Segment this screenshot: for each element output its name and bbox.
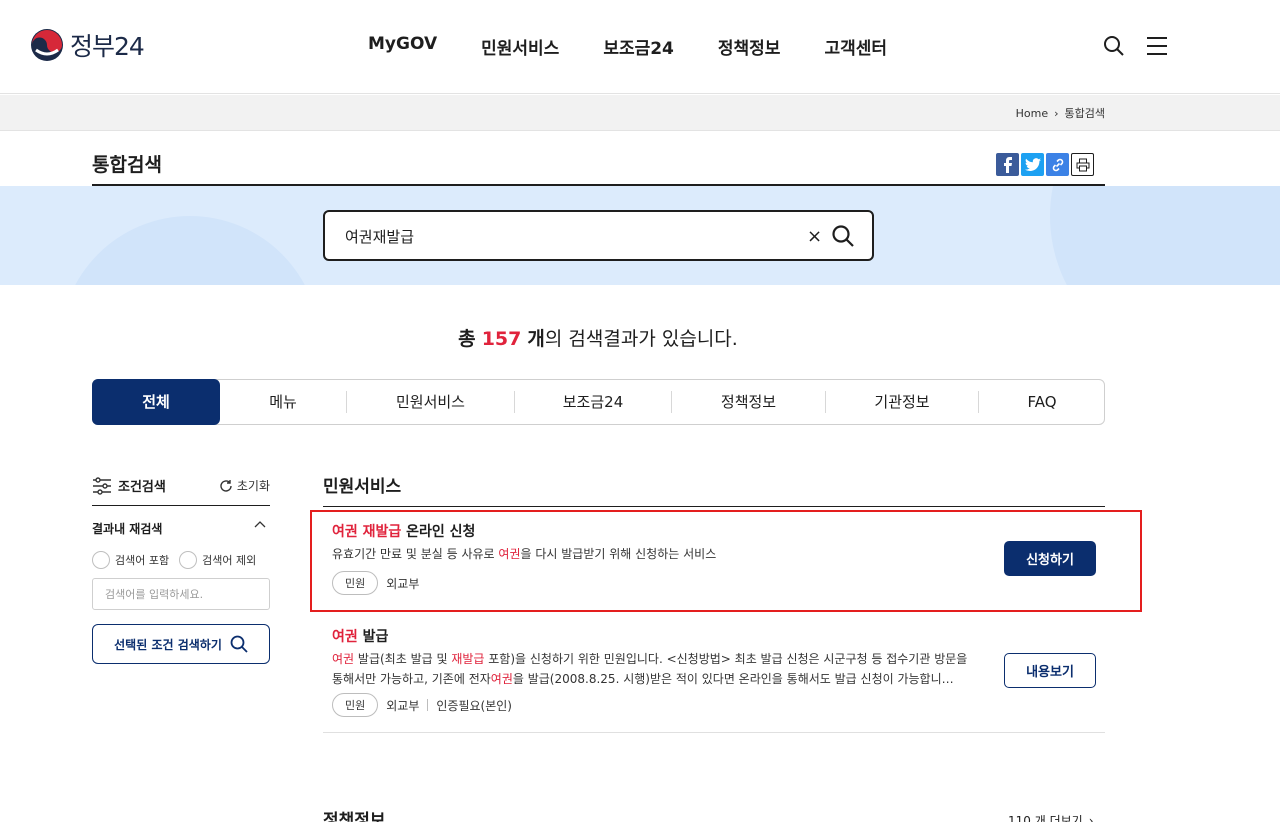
desc-highlight: 여권 bbox=[332, 652, 355, 666]
decorative-circle bbox=[60, 216, 320, 285]
page-title: 통합검색 bbox=[92, 154, 162, 176]
filter-title: 조건검색 bbox=[92, 476, 166, 495]
breadcrumb-home[interactable]: Home bbox=[1016, 107, 1048, 120]
radio-circle bbox=[92, 551, 110, 569]
hamburger-menu-icon[interactable] bbox=[1146, 35, 1168, 57]
total-unit: 개 bbox=[527, 328, 545, 350]
menu-civil-service[interactable]: 민원서비스 bbox=[481, 34, 559, 59]
radio-exclude[interactable]: 검색어 제외 bbox=[179, 551, 256, 569]
chevron-up-icon[interactable] bbox=[254, 520, 266, 530]
reset-label: 초기화 bbox=[236, 479, 270, 493]
more-label: 110 개 더보기 bbox=[1008, 814, 1083, 822]
top-header: 정부24 MyGOV 민원서비스 보조금24 정책정보 고객센터 bbox=[0, 0, 1280, 94]
result-title[interactable]: 여권 발급 bbox=[332, 626, 388, 646]
result-title-highlight: 여권 bbox=[332, 629, 358, 645]
result-meta: 민원 외교부 인증필요(본인) bbox=[332, 693, 512, 717]
chevron-right-icon: › bbox=[1054, 106, 1059, 120]
share-buttons bbox=[996, 153, 1094, 176]
apply-filter-button[interactable]: 선택된 조건 검색하기 bbox=[92, 624, 270, 664]
section-title-policy: 정책정보 bbox=[323, 811, 386, 822]
research-title: 결과내 재검색 bbox=[92, 522, 163, 536]
desc-text: 발급(최초 발급 및 bbox=[354, 652, 452, 666]
result-divider bbox=[323, 732, 1105, 733]
result-description: 여권 발급(최초 발급 및 재발급 포함)을 신청하기 위한 민원입니다. <신… bbox=[332, 649, 982, 689]
tab-civil-service[interactable]: 민원서비스 bbox=[347, 380, 514, 424]
result-item: 여권 발급 여권 발급(최초 발급 및 재발급 포함)을 신청하기 위한 민원입… bbox=[323, 623, 1105, 723]
result-count: 총 157 개의 검색결과가 있습니다. bbox=[0, 324, 1196, 351]
menu-subsidy24[interactable]: 보조금24 bbox=[603, 34, 674, 59]
search-icon bbox=[230, 635, 248, 653]
desc-highlight: 여권 bbox=[490, 672, 513, 686]
agency-name: 외교부 bbox=[386, 698, 420, 713]
radio-include-label: 검색어 포함 bbox=[115, 554, 170, 567]
search-input[interactable] bbox=[345, 224, 785, 248]
category-tabs: 전체 메뉴 민원서비스 보조금24 정책정보 기관정보 FAQ bbox=[92, 379, 1105, 425]
filter-title-label: 조건검색 bbox=[118, 480, 166, 495]
more-link[interactable]: 110 개 더보기 › bbox=[1008, 812, 1094, 822]
radio-exclude-label: 검색어 제외 bbox=[202, 554, 257, 567]
apply-filter-label: 선택된 조건 검색하기 bbox=[114, 637, 222, 652]
logo-text: 정부24 bbox=[70, 32, 145, 61]
desc-highlight: 재발급 bbox=[451, 652, 485, 666]
filter-sliders-icon bbox=[93, 476, 111, 495]
tab-subsidy24[interactable]: 보조금24 bbox=[515, 380, 671, 424]
auth-required: 인증필요(본인) bbox=[436, 698, 512, 713]
category-chip: 민원 bbox=[332, 693, 379, 717]
breadcrumb-bar: Home › 통합검색 bbox=[0, 95, 1280, 131]
refresh-icon bbox=[220, 479, 232, 492]
desc-text: 을 발급(2008.8.25. 시행)받은 적이 있다면 온라인을 통해서도 발… bbox=[512, 672, 954, 686]
twitter-icon[interactable] bbox=[1021, 153, 1044, 176]
meta-separator bbox=[427, 699, 429, 711]
tab-faq[interactable]: FAQ bbox=[979, 380, 1105, 424]
reset-button[interactable]: 초기화 bbox=[219, 477, 270, 494]
chevron-right-icon: › bbox=[1088, 813, 1094, 822]
radio-circle bbox=[179, 551, 198, 569]
section-title-civil: 민원서비스 bbox=[323, 477, 402, 497]
highlight-box bbox=[310, 510, 1142, 612]
tab-policy-info[interactable]: 정책정보 bbox=[672, 380, 825, 424]
search-box: × bbox=[323, 210, 874, 261]
clear-icon[interactable]: × bbox=[807, 226, 822, 247]
menu-customer-center[interactable]: 고객센터 bbox=[824, 34, 887, 59]
menu-mygov[interactable]: MyGOV bbox=[368, 34, 437, 59]
link-copy-icon[interactable] bbox=[1046, 153, 1069, 176]
tab-menu[interactable]: 메뉴 bbox=[220, 380, 346, 424]
filter-header: 조건검색 초기화 bbox=[92, 472, 270, 506]
main-menu: MyGOV 민원서비스 보조금24 정책정보 고객센터 bbox=[368, 34, 931, 59]
view-details-button[interactable]: 내용보기 bbox=[1004, 653, 1096, 688]
facebook-icon[interactable] bbox=[996, 153, 1019, 176]
total-suffix: 의 검색결과가 있습니다. bbox=[544, 328, 738, 350]
decorative-circle bbox=[1050, 186, 1280, 285]
breadcrumb: Home › 통합검색 bbox=[1016, 105, 1105, 121]
tab-all[interactable]: 전체 bbox=[92, 379, 220, 425]
print-icon[interactable] bbox=[1071, 153, 1094, 176]
section-divider bbox=[323, 506, 1105, 507]
tab-agency-info[interactable]: 기관정보 bbox=[826, 380, 978, 424]
breadcrumb-current: 통합검색 bbox=[1064, 107, 1105, 120]
total-count: 157 bbox=[481, 328, 522, 350]
site-logo[interactable]: 정부24 bbox=[30, 27, 145, 63]
menu-policy-info[interactable]: 정책정보 bbox=[718, 34, 781, 59]
filter-panel: 조건검색 초기화 결과내 재검색 검색어 포함 검색어 제외 선택된 조건 검색… bbox=[92, 472, 270, 664]
research-input[interactable] bbox=[92, 578, 270, 610]
research-options: 검색어 포함 검색어 제외 bbox=[92, 551, 256, 569]
search-submit-icon[interactable] bbox=[831, 224, 855, 248]
radio-include[interactable]: 검색어 포함 bbox=[92, 551, 169, 569]
search-icon[interactable] bbox=[1103, 35, 1125, 57]
total-prefix: 총 bbox=[458, 328, 476, 350]
result-title-text: 발급 bbox=[357, 629, 389, 645]
taegeuk-logo-icon bbox=[31, 29, 63, 61]
